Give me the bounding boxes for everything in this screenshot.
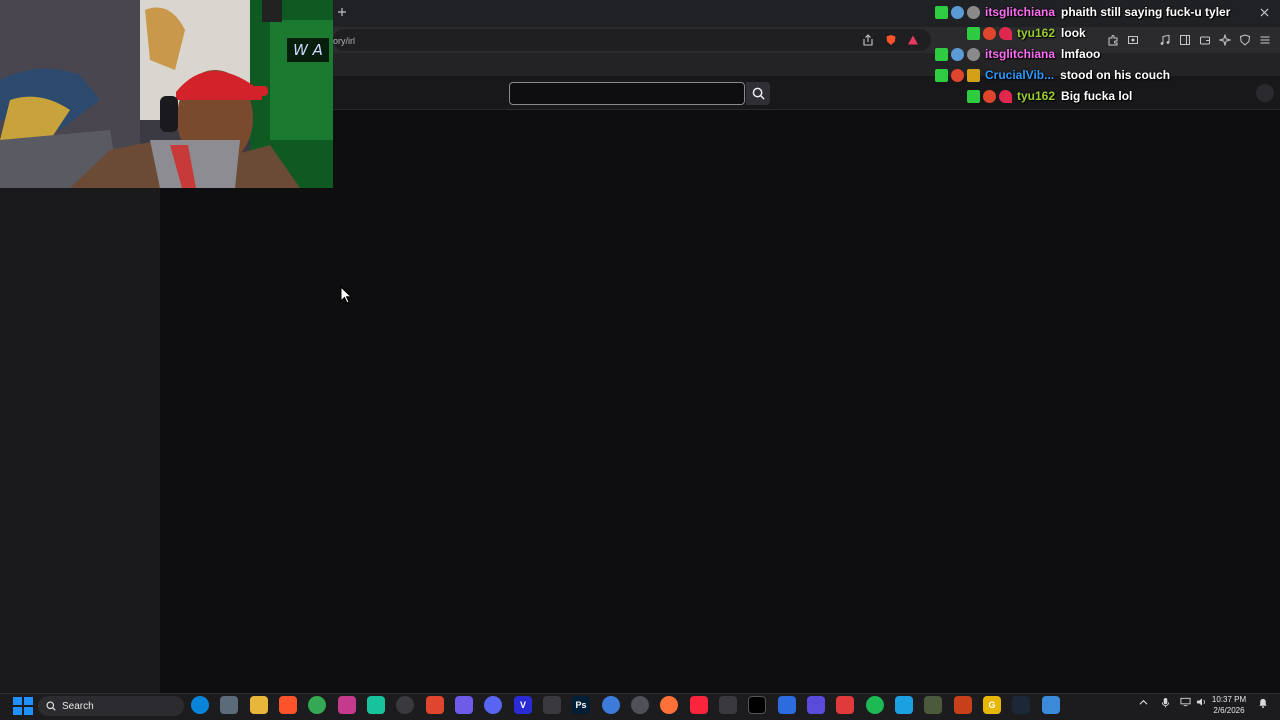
verified-badge (935, 68, 948, 82)
verified-badge (967, 26, 980, 40)
clock-date: 2/6/2026 (1213, 706, 1245, 715)
microphone-tray-button[interactable] (1158, 697, 1172, 713)
brave-rewards-button[interactable] (906, 33, 920, 47)
chat-username[interactable]: itsglitchiana (985, 47, 1055, 61)
notepad-app-icon[interactable] (1042, 696, 1060, 714)
chat-username[interactable]: CrucialVib... (985, 68, 1054, 82)
share-icon (863, 34, 873, 46)
verified-badge (935, 47, 948, 61)
mouse-cursor-icon (340, 286, 352, 304)
app-icon-19[interactable] (719, 696, 737, 714)
app-icon-21[interactable] (778, 696, 796, 714)
streamer-webcam-image (0, 0, 333, 188)
plus-icon (338, 8, 346, 16)
eye-badge (967, 5, 980, 19)
notifications-tray-button[interactable] (1256, 697, 1270, 713)
chat-text: phaith still saying fuck-u tyler (1061, 5, 1231, 19)
chat-text: look (1061, 26, 1086, 40)
tray-overflow-button[interactable] (1136, 697, 1150, 713)
photoshop-app-icon[interactable]: Ps (572, 696, 590, 714)
app-icon-26[interactable] (924, 696, 942, 714)
chat-text: Big fucka lol (1061, 89, 1133, 103)
search-icon (752, 87, 765, 100)
verified-badge (967, 89, 980, 103)
group-badge (951, 5, 964, 19)
app-icon-9[interactable] (426, 696, 444, 714)
monitor-icon (1179, 697, 1191, 707)
side-nav (0, 188, 160, 693)
brave-app-icon[interactable] (279, 696, 297, 714)
firefox-app-icon[interactable] (660, 696, 678, 714)
group-badge (951, 47, 964, 61)
bits-badge (983, 26, 996, 40)
webcam-overlay: W A (0, 0, 333, 188)
xbox-app-icon[interactable] (455, 696, 473, 714)
app-icon-15[interactable] (602, 696, 620, 714)
main-content (160, 110, 1280, 693)
chrome-app-icon[interactable] (308, 696, 326, 714)
start-button[interactable] (12, 696, 33, 716)
app-icon-28[interactable]: G (983, 696, 1001, 714)
taskbar-search-label: Search (62, 700, 94, 712)
search-icon (46, 701, 56, 711)
bits-badge (951, 68, 964, 82)
chat-message: tyu162 Big fucka lol (967, 86, 1132, 106)
app-icon-7[interactable] (367, 696, 385, 714)
app-icon-13[interactable] (543, 696, 561, 714)
chat-username[interactable]: itsglitchiana (985, 5, 1055, 19)
network-tray-button[interactable] (1178, 697, 1192, 713)
media-player-app-icon[interactable] (338, 696, 356, 714)
file-explorer-app-icon[interactable] (250, 696, 268, 714)
vegas-app-icon[interactable]: V (514, 696, 532, 714)
microphone-icon (1161, 698, 1169, 708)
taskbar-search[interactable]: Search (38, 696, 184, 716)
chat-message: tyu162 look (967, 23, 1086, 43)
chevron-up-icon (1139, 699, 1147, 705)
heart-badge (999, 89, 1012, 103)
windows-logo-icon (13, 697, 22, 705)
taskbar-clock[interactable]: 10:37 PM 2/6/2026 (1204, 694, 1254, 718)
chat-text: stood on his couch (1060, 68, 1171, 82)
discord-app-icon[interactable] (484, 696, 502, 714)
edge-app-icon[interactable] (191, 696, 209, 714)
verified-badge (935, 5, 948, 19)
bits-badge (983, 89, 996, 103)
address-bar[interactable] (333, 29, 931, 51)
tiktok-app-icon[interactable] (748, 696, 766, 714)
settings-app-icon[interactable] (220, 696, 238, 714)
app-icon-22[interactable] (807, 696, 825, 714)
search-input[interactable] (509, 82, 745, 105)
chat-text: lmfaoo (1061, 47, 1101, 61)
triangle-icon (908, 35, 918, 45)
eye-badge (967, 47, 980, 61)
app-icon-27[interactable] (954, 696, 972, 714)
steam-app-icon[interactable] (1012, 696, 1030, 714)
apple-music-app-icon[interactable] (690, 696, 708, 714)
obs-app-icon[interactable] (396, 696, 414, 714)
share-button[interactable] (861, 33, 875, 47)
chat-username[interactable]: tyu162 (1017, 89, 1055, 103)
app-icon-25[interactable] (895, 696, 913, 714)
new-tab-button[interactable] (335, 5, 349, 21)
gift-badge (967, 68, 980, 82)
app-icon-16[interactable] (631, 696, 649, 714)
chat-message: itsglitchiana lmfaoo (935, 44, 1100, 64)
chat-message: itsglitchiana phaith still saying fuck-u… (935, 2, 1230, 22)
bell-icon (1259, 698, 1267, 708)
spotify-app-icon[interactable] (866, 696, 884, 714)
chat-username[interactable]: tyu162 (1017, 26, 1055, 40)
address-url-text: ory/irl (333, 36, 355, 46)
heart-badge (999, 26, 1012, 40)
search-button[interactable] (746, 82, 770, 105)
webcam-watermark: W A (287, 38, 329, 62)
chat-message: CrucialVib... stood on his couch (935, 65, 1170, 85)
chat-overlay: itsglitchiana phaith still saying fuck-u… (930, 2, 1270, 106)
shield-icon (886, 35, 896, 45)
clock-time: 10:37 PM (1211, 695, 1247, 704)
screen: ory/irl W A itsglitchiana phaith still s… (0, 0, 1280, 720)
brave-shields-button[interactable] (884, 33, 898, 47)
app-icon-23[interactable] (836, 696, 854, 714)
